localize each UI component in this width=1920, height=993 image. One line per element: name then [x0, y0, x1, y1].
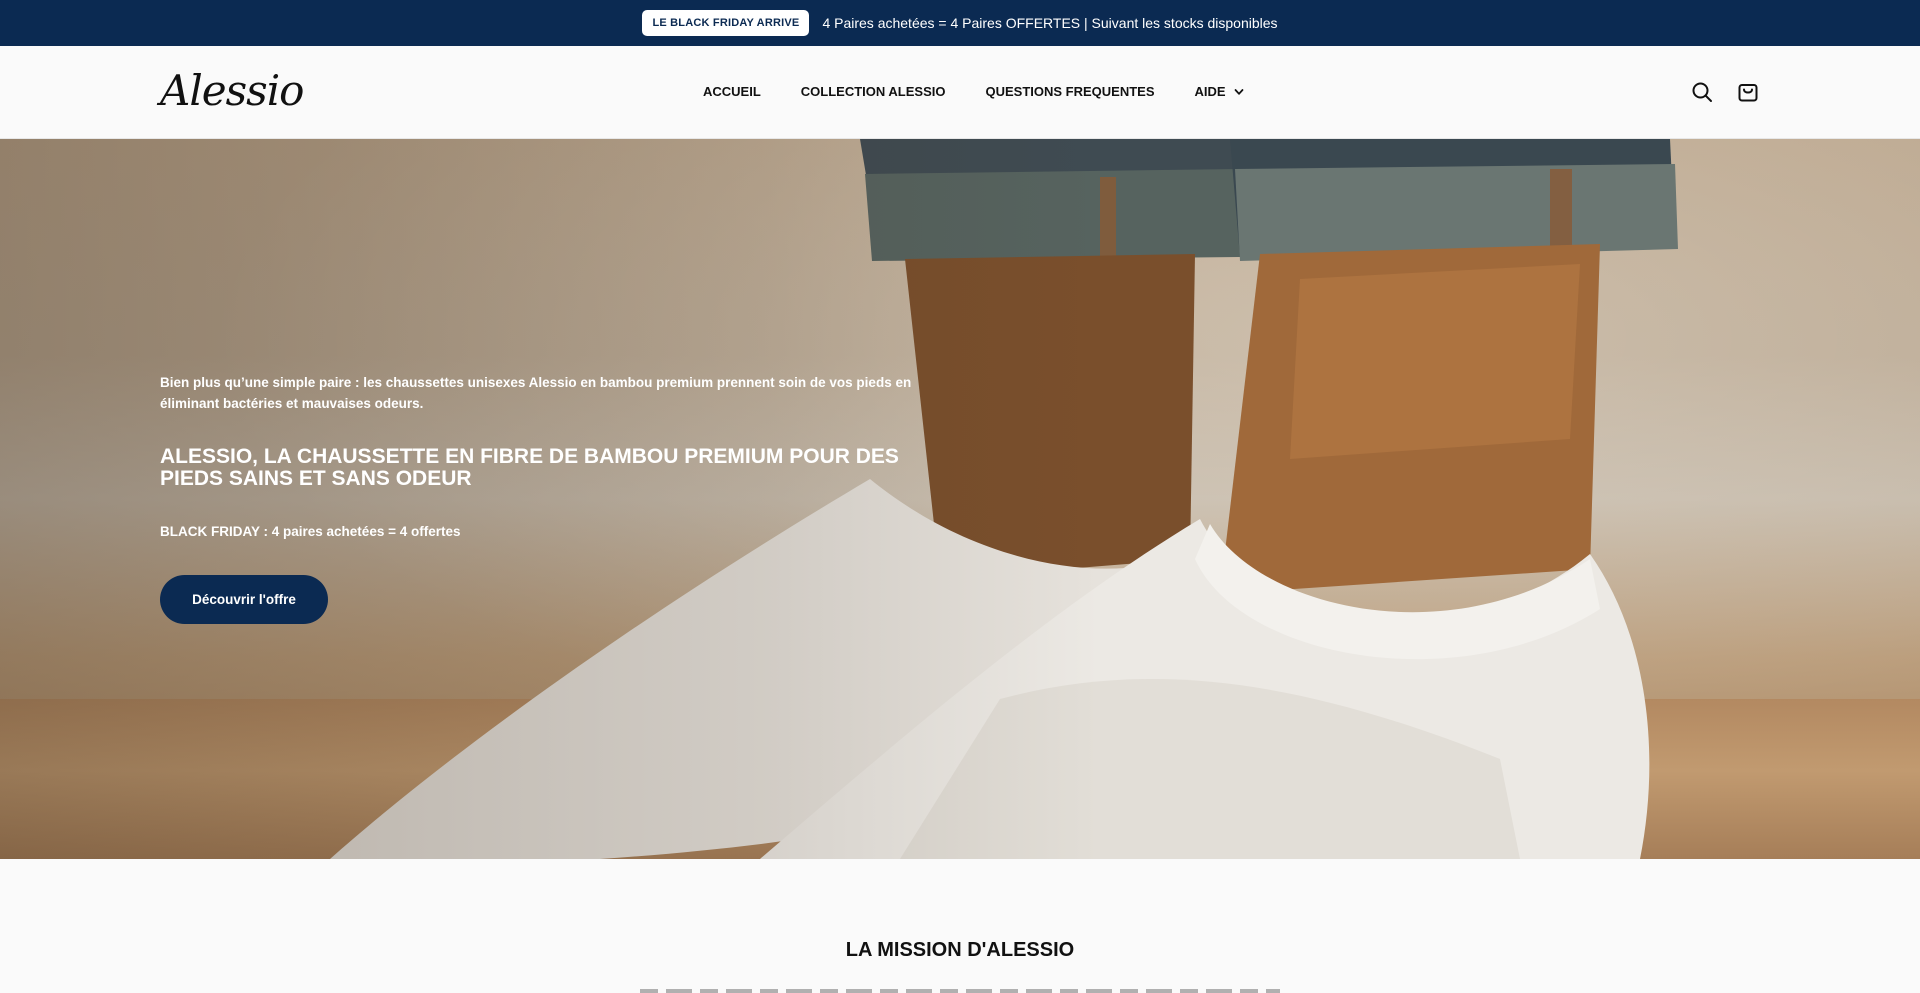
hero-subtitle: Bien plus qu’une simple paire : les chau… — [160, 375, 912, 411]
hero-offer: BLACK FRIDAY : 4 paires achetées = 4 off… — [160, 524, 461, 539]
nav-item-accueil[interactable]: ACCUEIL — [703, 84, 761, 99]
hero-title: ALESSIO, LA CHAUSSETTE EN FIBRE DE BAMBO… — [160, 445, 899, 490]
site-header: Alessio ACCUEIL COLLECTION ALESSIO QUEST… — [0, 46, 1920, 139]
main-nav: ACCUEIL COLLECTION ALESSIO QUESTIONS FRE… — [703, 84, 1244, 99]
nav-item-label: AIDE — [1194, 84, 1226, 99]
mission-section: LA MISSION D'ALESSIO — [0, 859, 1920, 993]
discover-offer-button[interactable]: Découvrir l'offre — [160, 575, 328, 624]
site-logo[interactable]: Alessio — [160, 66, 304, 115]
nav-item-aide[interactable]: AIDE — [1195, 84, 1244, 99]
header-icons — [1691, 81, 1759, 103]
nav-item-collection[interactable]: COLLECTION ALESSIO — [801, 84, 946, 99]
announcement-badge: LE BLACK FRIDAY ARRIVE — [642, 10, 810, 36]
nav-item-label: COLLECTION ALESSIO — [800, 84, 946, 99]
nav-item-faq[interactable]: QUESTIONS FREQUENTES — [985, 84, 1154, 99]
nav-item-label: ACCUEIL — [703, 84, 761, 99]
hero-banner: Bien plus qu’une simple paire : les chau… — [0, 139, 1920, 859]
announcement-message: 4 Paires achetées = 4 Paires OFFERTES | … — [822, 15, 1278, 31]
mission-title: LA MISSION D'ALESSIO — [845, 939, 1075, 961]
nav-item-label: QUESTIONS FREQUENTES — [985, 84, 1155, 99]
cart-icon[interactable] — [1737, 81, 1759, 103]
mission-text-cropped — [640, 983, 1280, 993]
search-icon[interactable] — [1691, 81, 1713, 103]
chevron-down-icon — [1234, 88, 1243, 95]
announcement-bar: LE BLACK FRIDAY ARRIVE 4 Paires achetées… — [0, 0, 1920, 46]
